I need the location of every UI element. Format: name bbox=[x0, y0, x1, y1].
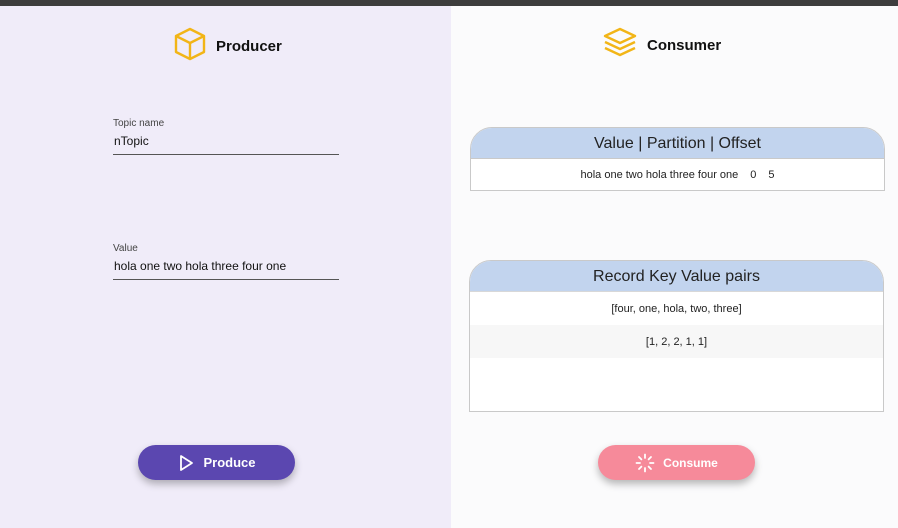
table-row: hola one two hola three four one 0 5 bbox=[471, 159, 884, 190]
produce-button-label: Produce bbox=[203, 455, 256, 470]
record-partition: 0 bbox=[750, 168, 757, 181]
producer-header: Producer bbox=[172, 26, 282, 67]
key-value-table-header: Record Key Value pairs bbox=[470, 261, 883, 292]
value-field: Value bbox=[113, 243, 339, 280]
layers-icon bbox=[601, 26, 639, 65]
record-value: hola one two hola three four one bbox=[580, 168, 739, 181]
consume-button[interactable]: Consume bbox=[598, 445, 755, 480]
offset-table: Value | Partition | Offset hola one two … bbox=[470, 127, 885, 191]
topic-name-field: Topic name bbox=[113, 118, 339, 155]
topic-name-input[interactable] bbox=[113, 129, 339, 155]
consumer-panel: Consumer Value | Partition | Offset hola… bbox=[451, 6, 898, 528]
produce-button[interactable]: Produce bbox=[138, 445, 295, 480]
table-row: [1, 2, 2, 1, 1] bbox=[470, 325, 883, 358]
producer-panel: Producer Topic name Value Produce bbox=[0, 6, 451, 528]
value-label: Value bbox=[113, 243, 138, 254]
offset-table-header: Value | Partition | Offset bbox=[471, 128, 884, 159]
loading-spinner-icon bbox=[635, 453, 655, 473]
producer-title: Producer bbox=[216, 38, 282, 55]
record-offset: 5 bbox=[768, 168, 775, 181]
play-icon bbox=[177, 454, 195, 472]
table-row: [four, one, hola, two, three] bbox=[611, 302, 742, 315]
key-value-table: Record Key Value pairs [four, one, hola,… bbox=[469, 260, 884, 412]
cube-icon bbox=[172, 26, 208, 67]
consumer-header: Consumer bbox=[601, 26, 721, 65]
value-input[interactable] bbox=[113, 254, 339, 280]
topic-name-label: Topic name bbox=[113, 118, 165, 129]
consumer-title: Consumer bbox=[647, 37, 722, 54]
consume-button-label: Consume bbox=[663, 455, 718, 470]
